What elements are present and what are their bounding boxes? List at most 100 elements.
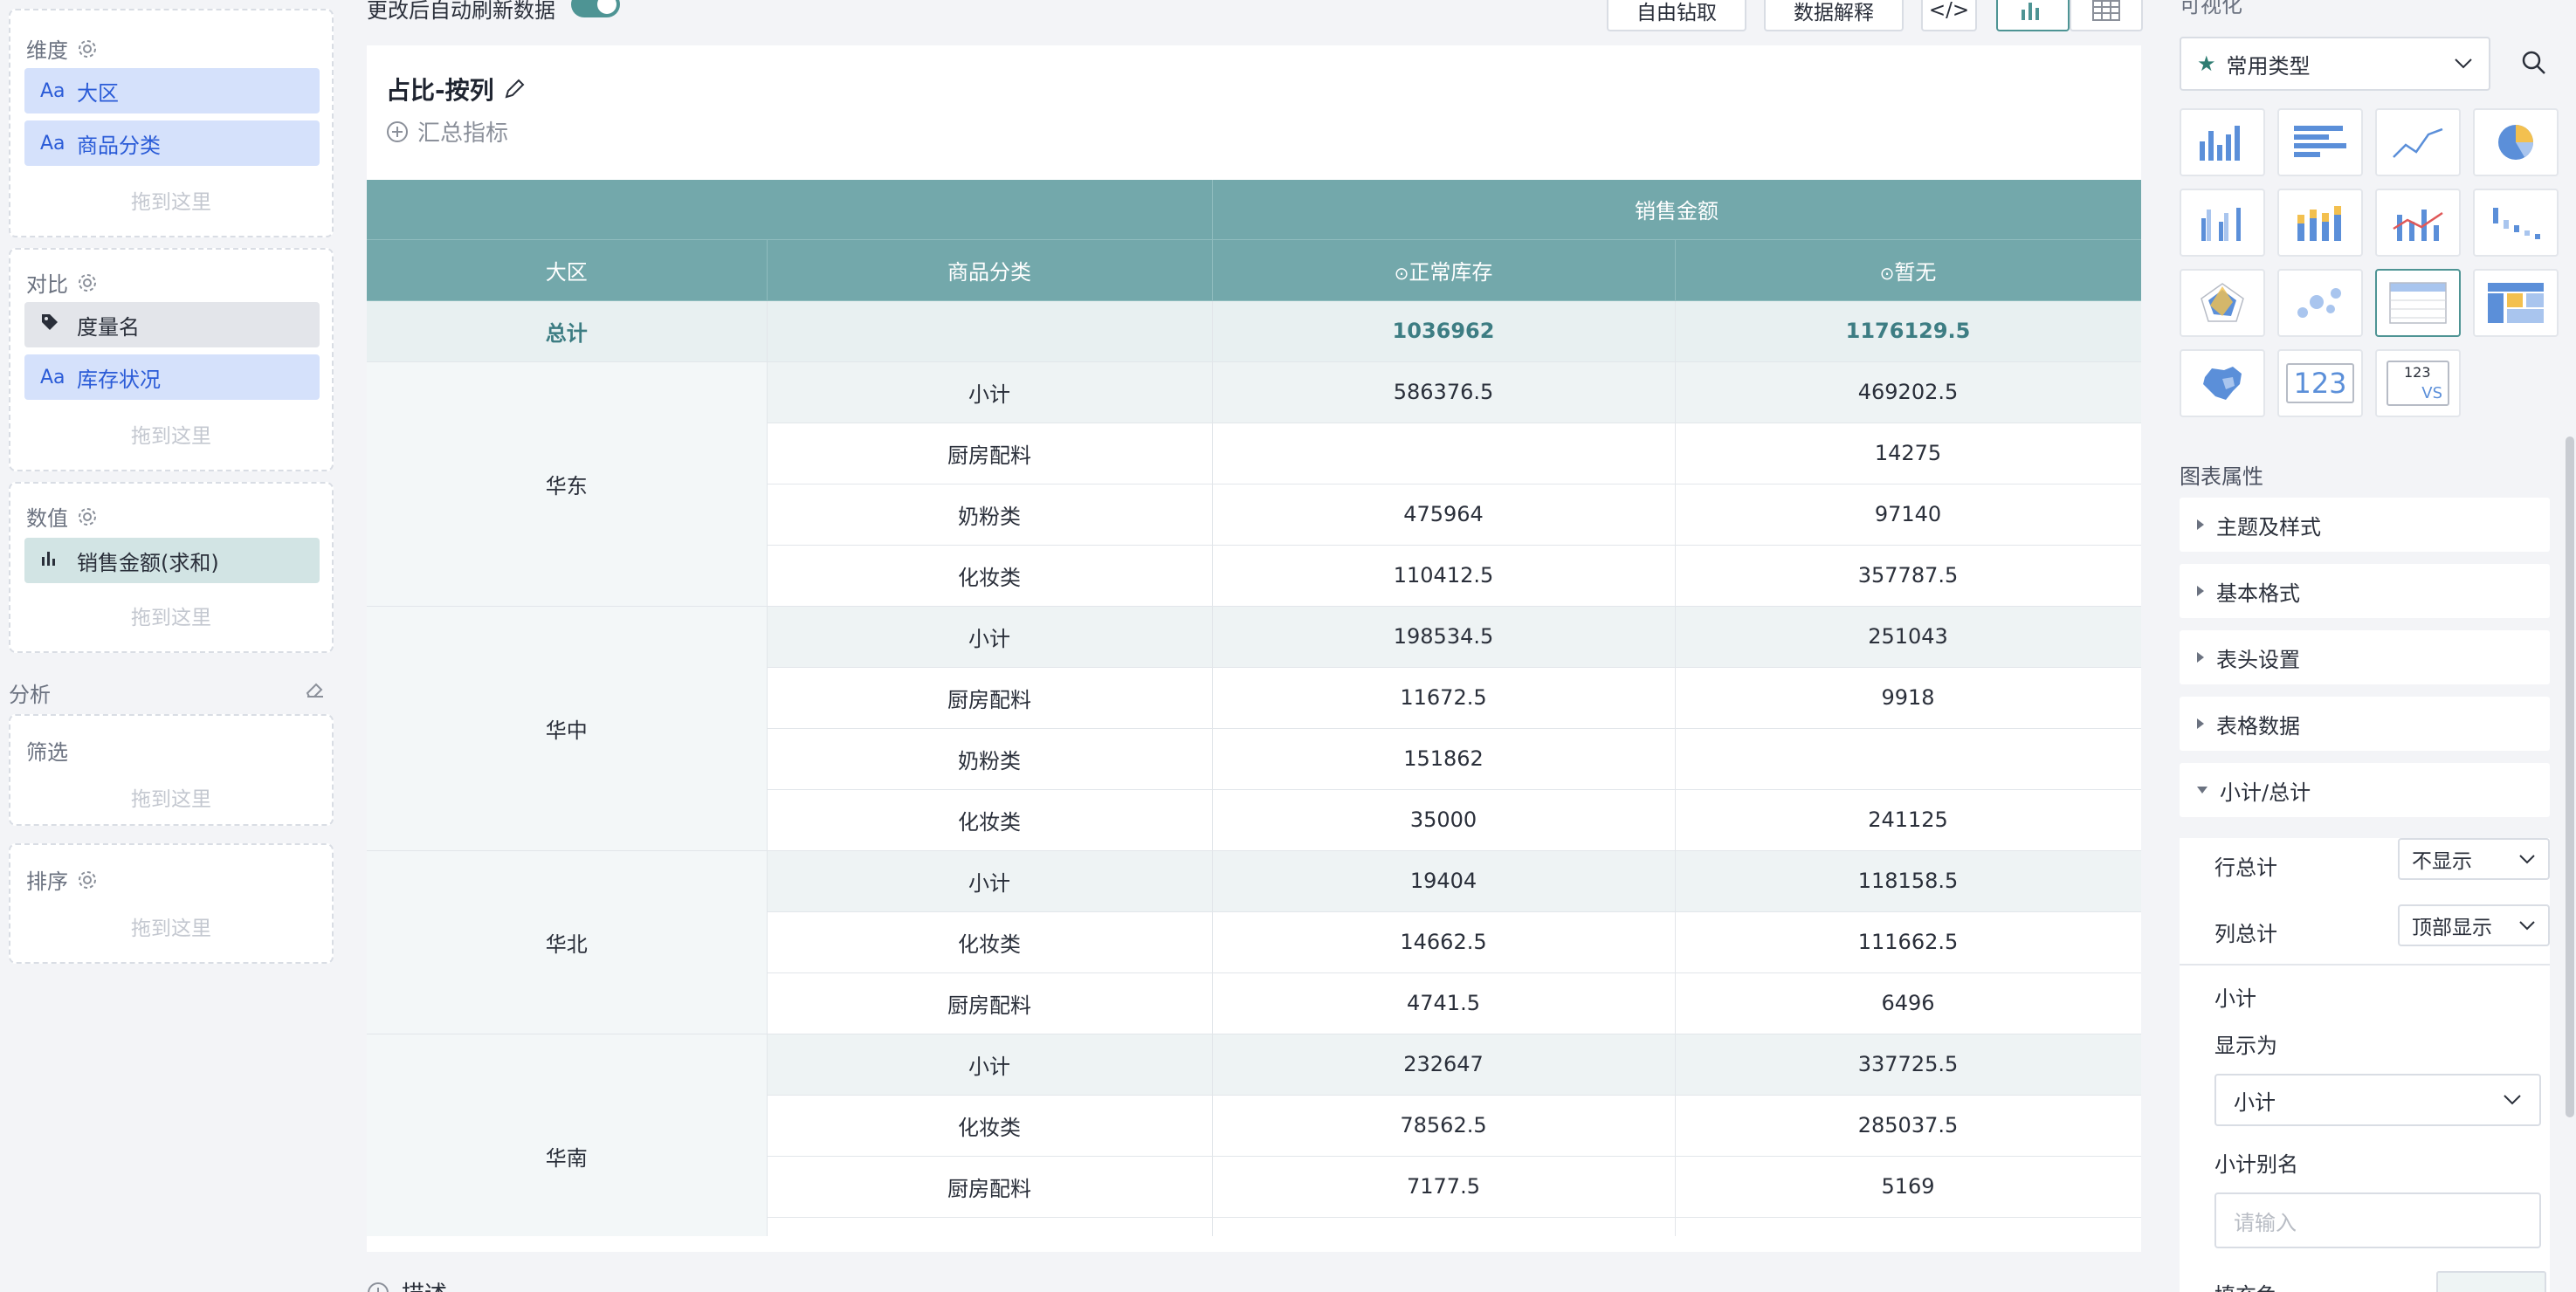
- category-cell[interactable]: 厨房配料: [767, 667, 1213, 729]
- chart-type-waterfall[interactable]: [2473, 189, 2559, 257]
- none-cell[interactable]: 97140: [1675, 484, 2141, 546]
- chart-type-table[interactable]: [2375, 269, 2461, 337]
- chart-type-scatter[interactable]: [2277, 269, 2363, 337]
- chart-type-map[interactable]: [2180, 349, 2265, 417]
- header-normal-stock[interactable]: ⊙正常库存: [1212, 239, 1676, 301]
- data-explain-button[interactable]: 数据解释: [1764, 0, 1904, 31]
- accordion-subtotal-total[interactable]: 小计/总计: [2180, 763, 2550, 817]
- accordion-basic-format[interactable]: 基本格式: [2180, 564, 2550, 618]
- category-cell[interactable]: 小计: [767, 850, 1213, 912]
- chart-type-bar[interactable]: [2277, 108, 2363, 176]
- none-cell[interactable]: 241125: [1675, 789, 2141, 851]
- panel-scrollbar[interactable]: [2566, 436, 2574, 1117]
- drop-hint[interactable]: 拖到这里: [10, 911, 332, 941]
- table-view-button[interactable]: [2070, 0, 2143, 31]
- chart-type-stacked-column[interactable]: [2277, 189, 2363, 257]
- add-metric-button[interactable]: 汇总指标: [386, 115, 508, 148]
- compare-pill-measure-name[interactable]: 度量名: [24, 302, 320, 347]
- none-cell[interactable]: 9918: [1675, 667, 2141, 729]
- normal-stock-cell[interactable]: [1212, 423, 1676, 484]
- normal-stock-cell[interactable]: 232647: [1212, 1034, 1676, 1096]
- dimension-pill-category[interactable]: Aa 商品分类: [24, 120, 320, 166]
- none-cell[interactable]: 111662.5: [1675, 911, 2141, 973]
- compare-zone[interactable]: 对比 度量名 Aa 库存状况 拖到这里: [9, 248, 334, 471]
- region-cell[interactable]: 华南: [367, 1034, 768, 1236]
- none-cell[interactable]: 285037.5: [1675, 1095, 2141, 1157]
- accordion-theme-style[interactable]: 主题及样式: [2180, 498, 2550, 552]
- normal-stock-cell[interactable]: 4741.5: [1212, 972, 1676, 1034]
- category-cell[interactable]: [767, 1217, 1213, 1236]
- normal-stock-cell[interactable]: 35000: [1212, 789, 1676, 851]
- none-cell[interactable]: 469202.5: [1675, 361, 2141, 423]
- gear-icon[interactable]: [77, 506, 98, 527]
- value-pill-sales[interactable]: 销售金额(求和): [24, 538, 320, 583]
- chart-type-cross-table[interactable]: [2473, 269, 2559, 337]
- none-cell[interactable]: 6496: [1675, 972, 2141, 1034]
- normal-stock-cell[interactable]: 475964: [1212, 484, 1676, 546]
- category-cell[interactable]: 小计: [767, 361, 1213, 423]
- free-drill-button[interactable]: 自由钻取: [1607, 0, 1746, 31]
- region-cell[interactable]: 华中: [367, 606, 768, 851]
- category-cell[interactable]: 化妆类: [767, 911, 1213, 973]
- chart-title[interactable]: 占比-按列: [386, 72, 526, 107]
- filter-zone[interactable]: 筛选 拖到这里: [9, 714, 334, 826]
- accordion-header-settings[interactable]: 表头设置: [2180, 630, 2550, 684]
- none-cell[interactable]: 251043: [1675, 606, 2141, 668]
- normal-stock-cell[interactable]: 11672.5: [1212, 667, 1676, 729]
- gear-icon[interactable]: [77, 272, 98, 293]
- none-cell[interactable]: 118158.5: [1675, 850, 2141, 912]
- none-cell[interactable]: 357787.5: [1675, 545, 2141, 607]
- dimension-pill-region[interactable]: Aa 大区: [24, 68, 320, 113]
- drop-hint[interactable]: 拖到这里: [10, 419, 332, 449]
- auto-refresh-toggle[interactable]: [571, 0, 620, 17]
- normal-stock-cell[interactable]: 198534.5: [1212, 606, 1676, 668]
- col-total-select[interactable]: 顶部显示: [2398, 904, 2550, 946]
- none-cell[interactable]: [1675, 1217, 2141, 1236]
- dimension-zone[interactable]: 维度 Aa 大区 Aa 商品分类 拖到这里: [9, 9, 334, 237]
- category-cell[interactable]: 小计: [767, 606, 1213, 668]
- chart-type-grouped-column[interactable]: [2180, 189, 2265, 257]
- description-toggle[interactable]: 描述: [367, 1276, 447, 1292]
- gear-icon[interactable]: [77, 869, 98, 890]
- row-total-select[interactable]: 不显示: [2398, 838, 2550, 880]
- category-cell[interactable]: 厨房配料: [767, 1156, 1213, 1218]
- display-as-select[interactable]: 小计: [2214, 1074, 2541, 1126]
- edit-icon[interactable]: [503, 78, 526, 100]
- drop-hint[interactable]: 拖到这里: [10, 782, 332, 812]
- category-cell[interactable]: 小计: [767, 1034, 1213, 1096]
- chart-type-select[interactable]: ★ 常用类型: [2180, 37, 2490, 91]
- chart-type-radar[interactable]: [2180, 269, 2265, 337]
- chart-type-compare-kpi[interactable]: 123 VS: [2375, 349, 2461, 417]
- value-zone[interactable]: 数值 销售金额(求和) 拖到这里: [9, 482, 334, 653]
- header-region[interactable]: 大区: [367, 239, 768, 301]
- category-cell[interactable]: 奶粉类: [767, 484, 1213, 546]
- none-cell[interactable]: 5169: [1675, 1156, 2141, 1218]
- region-cell[interactable]: 华东: [367, 361, 768, 607]
- chart-type-column[interactable]: [2180, 108, 2265, 176]
- chart-type-combo[interactable]: [2375, 189, 2461, 257]
- normal-stock-cell[interactable]: 19404: [1212, 850, 1676, 912]
- code-button[interactable]: </>: [1921, 0, 1977, 31]
- chart-type-pie[interactable]: [2473, 108, 2559, 176]
- normal-stock-cell[interactable]: 14662.5: [1212, 911, 1676, 973]
- category-cell[interactable]: 厨房配料: [767, 423, 1213, 484]
- subtotal-alias-input[interactable]: 请输入: [2214, 1192, 2541, 1248]
- chart-view-button[interactable]: [1996, 0, 2070, 31]
- header-category[interactable]: 商品分类: [767, 239, 1213, 301]
- drop-hint[interactable]: 拖到这里: [10, 185, 332, 215]
- sort-zone[interactable]: 排序 拖到这里: [9, 843, 334, 964]
- category-cell[interactable]: 奶粉类: [767, 728, 1213, 790]
- header-group-sales[interactable]: 销售金额: [1212, 180, 2141, 240]
- none-cell[interactable]: 337725.5: [1675, 1034, 2141, 1096]
- normal-stock-cell[interactable]: 78562.5: [1212, 1095, 1676, 1157]
- normal-stock-cell[interactable]: 586376.5: [1212, 361, 1676, 423]
- region-cell[interactable]: 华北: [367, 850, 768, 1034]
- normal-stock-cell[interactable]: [1212, 1217, 1676, 1236]
- category-cell[interactable]: 厨房配料: [767, 972, 1213, 1034]
- header-none[interactable]: ⊙暂无: [1675, 239, 2141, 301]
- category-cell[interactable]: 化妆类: [767, 789, 1213, 851]
- category-cell[interactable]: 化妆类: [767, 545, 1213, 607]
- drop-hint[interactable]: 拖到这里: [10, 601, 332, 630]
- accordion-table-data[interactable]: 表格数据: [2180, 697, 2550, 751]
- gear-icon[interactable]: [77, 38, 98, 59]
